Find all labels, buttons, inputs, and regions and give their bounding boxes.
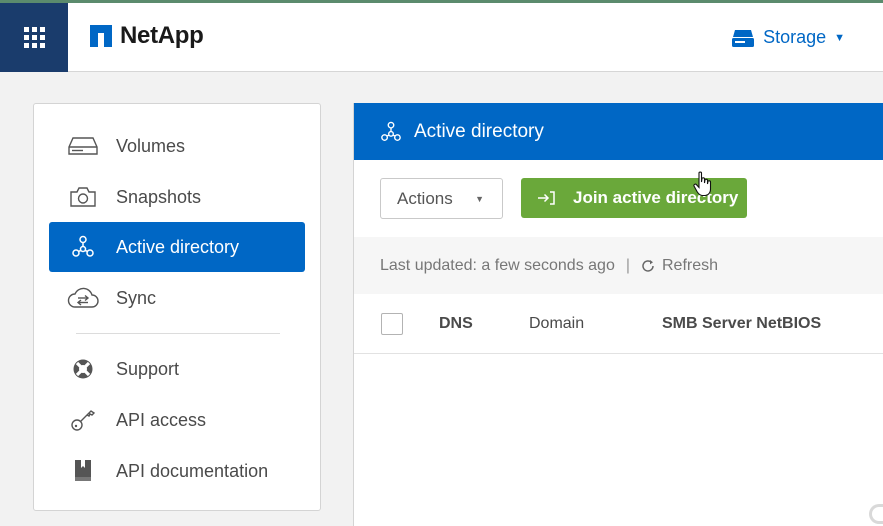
refresh-button[interactable]: Refresh (641, 257, 718, 275)
last-updated-text: Last updated: a few seconds ago (380, 256, 615, 274)
chevron-down-icon: ▼ (834, 31, 845, 44)
status-bar: Last updated: a few seconds ago | Refres… (354, 237, 883, 294)
key-icon (66, 407, 100, 433)
sidebar-item-api-documentation[interactable]: API documentation (49, 446, 305, 496)
brand-logo[interactable]: NetApp (90, 22, 204, 50)
column-header-domain[interactable]: Domain (529, 315, 584, 333)
sidebar-item-sync[interactable]: Sync (49, 273, 305, 323)
column-header-smb-netbios[interactable]: SMB Server NetBIOS (662, 315, 821, 333)
top-header: NetApp Storage ▼ (0, 0, 883, 72)
toolbar: Actions ▼ Join active directory (354, 160, 883, 237)
camera-icon (66, 184, 100, 210)
storage-drive-icon (732, 29, 755, 47)
column-header-dns[interactable]: DNS (439, 315, 473, 333)
cloud-sync-icon (66, 285, 100, 311)
main-panel: Active directory Actions ▼ Join active d… (353, 103, 883, 526)
network-tree-icon (380, 121, 402, 143)
actions-dropdown[interactable]: Actions ▼ (380, 178, 503, 219)
sidebar-item-label: Volumes (116, 135, 186, 156)
loading-spinner-icon (869, 504, 883, 524)
apps-grid-icon (23, 27, 45, 48)
refresh-label: Refresh (662, 256, 719, 274)
table-header: DNS Domain SMB Server NetBIOS (354, 294, 883, 354)
chevron-down-icon: ▼ (475, 194, 484, 204)
sidebar-item-active-directory[interactable]: Active directory (49, 222, 305, 272)
sidebar-item-label: API documentation (116, 460, 269, 481)
volume-icon (66, 133, 100, 159)
sidebar-item-support[interactable]: Support (49, 344, 305, 394)
lifebuoy-icon (66, 356, 100, 382)
sidebar-item-volumes[interactable]: Volumes (49, 121, 305, 171)
panel-header: Active directory (354, 103, 883, 160)
sidebar-item-label: Snapshots (116, 186, 202, 207)
netapp-logo-icon (90, 25, 112, 47)
storage-label: Storage (763, 27, 827, 47)
sidebar-item-api-access[interactable]: API access (49, 395, 305, 445)
book-icon (66, 458, 100, 484)
select-all-checkbox[interactable] (381, 313, 403, 335)
refresh-icon (641, 259, 655, 273)
actions-label: Actions (397, 188, 453, 208)
hand-cursor-icon (693, 171, 712, 197)
sidebar-item-snapshots[interactable]: Snapshots (49, 172, 305, 222)
page-title: Active directory (414, 120, 544, 142)
brand-name: NetApp (120, 22, 204, 49)
network-tree-icon (66, 234, 100, 260)
join-active-directory-button[interactable]: Join active directory (521, 178, 747, 218)
sidebar: Volumes Snapshots Active directory Sync … (33, 103, 321, 511)
sidebar-item-label: Active directory (116, 236, 240, 257)
apps-menu-button[interactable] (0, 3, 68, 72)
login-arrow-icon (537, 191, 555, 205)
sidebar-item-label: Sync (116, 287, 157, 308)
sidebar-divider (76, 333, 280, 334)
storage-dropdown[interactable]: Storage ▼ (732, 27, 845, 48)
join-label: Join active directory (573, 188, 739, 207)
status-separator: | (625, 256, 630, 274)
sidebar-item-label: Support (116, 358, 180, 379)
sidebar-item-label: API access (116, 409, 207, 430)
